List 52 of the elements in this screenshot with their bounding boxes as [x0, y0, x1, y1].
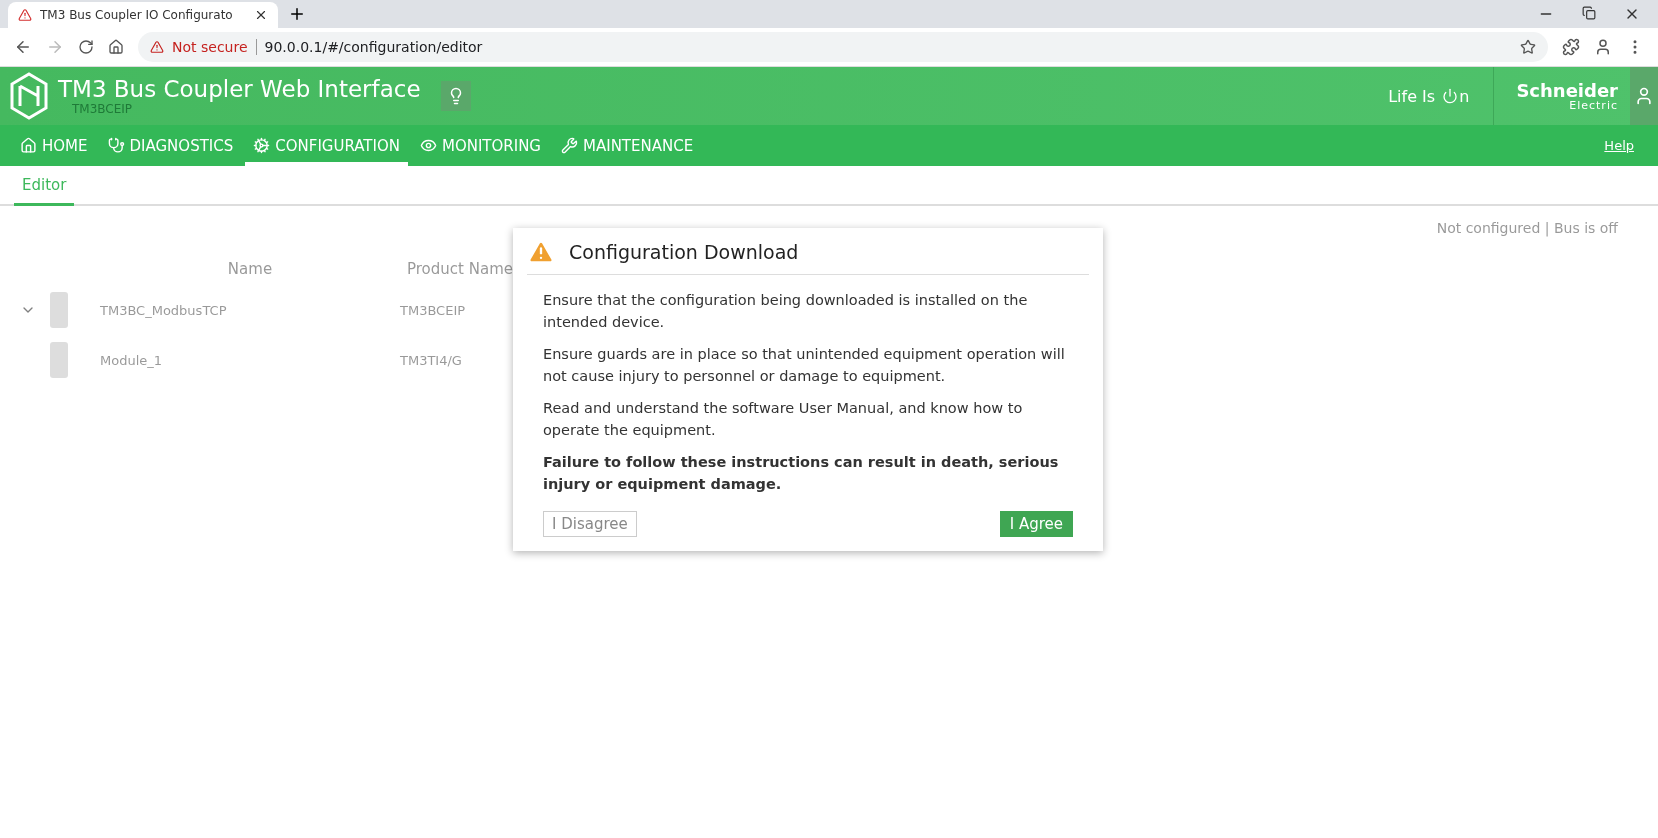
star-icon[interactable]: [1520, 39, 1536, 55]
url-text: 90.0.0.1/#/configuration/editor: [255, 39, 483, 55]
close-icon[interactable]: [254, 8, 268, 22]
user-button[interactable]: [1630, 67, 1658, 125]
gear-icon: [253, 137, 271, 154]
dialog-text: Read and understand the software User Manual, and know how to operate the equipment.: [543, 399, 1024, 440]
reload-icon[interactable]: [78, 39, 94, 55]
table-cell-text: TM3TI4/G: [400, 352, 463, 368]
disagree-button[interactable]: I Disagree: [543, 511, 637, 537]
table-cell-text: TM3BC_ModbusTCP: [100, 302, 228, 318]
nav-tab[interactable]: MONITORING: [411, 125, 549, 166]
eye-icon: [419, 137, 437, 154]
module-icon: [50, 342, 68, 378]
lightbulb-button[interactable]: [440, 81, 471, 111]
warning-icon: [150, 40, 164, 54]
stethoscope-icon: [107, 137, 125, 154]
power-icon: [1442, 88, 1459, 104]
home-icon: [20, 137, 37, 154]
device-status: Not configured | Bus is off: [1436, 220, 1618, 236]
nav-tab[interactable]: CONFIGURATION: [245, 125, 408, 166]
dialog-title: Configuration Download: [569, 241, 799, 263]
module-icon: [50, 292, 68, 328]
new-tab-icon[interactable]: [288, 5, 306, 23]
hexagon-logo-icon: [10, 72, 48, 120]
user-icon: [1634, 86, 1654, 106]
table-cell-text: TM3BCEIP: [400, 302, 467, 318]
extensions-icon[interactable]: [1562, 38, 1580, 56]
back-icon[interactable]: [14, 38, 32, 56]
table-cell-text: Module_1: [100, 352, 164, 368]
profile-icon[interactable]: [1594, 38, 1612, 56]
column-header: Name: [226, 260, 274, 278]
app-title: TM3 Bus Coupler Web Interface: [58, 76, 421, 102]
dialog-text: Ensure that the configuration being downloaded is installed on the intended device.: [543, 291, 1029, 332]
tagline-text: Life Is: [1388, 86, 1436, 106]
wrench-icon: [561, 137, 578, 154]
address-bar[interactable]: Not secure 90.0.0.1/#/configuration/editor: [138, 32, 1548, 62]
nav-tab[interactable]: DIAGNOSTICS: [99, 125, 242, 166]
nav-tab[interactable]: HOME: [12, 125, 96, 166]
column-header: Product Name: [406, 260, 514, 278]
help-link[interactable]: Help: [1604, 138, 1658, 153]
security-warning: Not secure: [172, 39, 248, 55]
sub-tab[interactable]: Editor: [14, 166, 75, 206]
warning-text: Failure to follow these instructions can result in death, serious injury or equipment damage.: [543, 453, 1060, 494]
dialog-text: Ensure guards are in place so that unintended equipment operation will not cause injury to personnel or damage to equipment.: [543, 345, 1066, 386]
brand-logo: Schneider Electric: [1515, 78, 1619, 114]
nav-tab[interactable]: MAINTENANCE: [553, 125, 702, 166]
device-subtitle: TM3BCEIP: [72, 102, 134, 116]
tagline-text: n: [1459, 86, 1470, 106]
browser-tab[interactable]: TM3 Bus Coupler IO Configurato: [8, 2, 278, 28]
home-icon[interactable]: [108, 39, 124, 55]
agree-button[interactable]: I Agree: [999, 511, 1073, 537]
restore-icon[interactable]: [1582, 6, 1596, 20]
